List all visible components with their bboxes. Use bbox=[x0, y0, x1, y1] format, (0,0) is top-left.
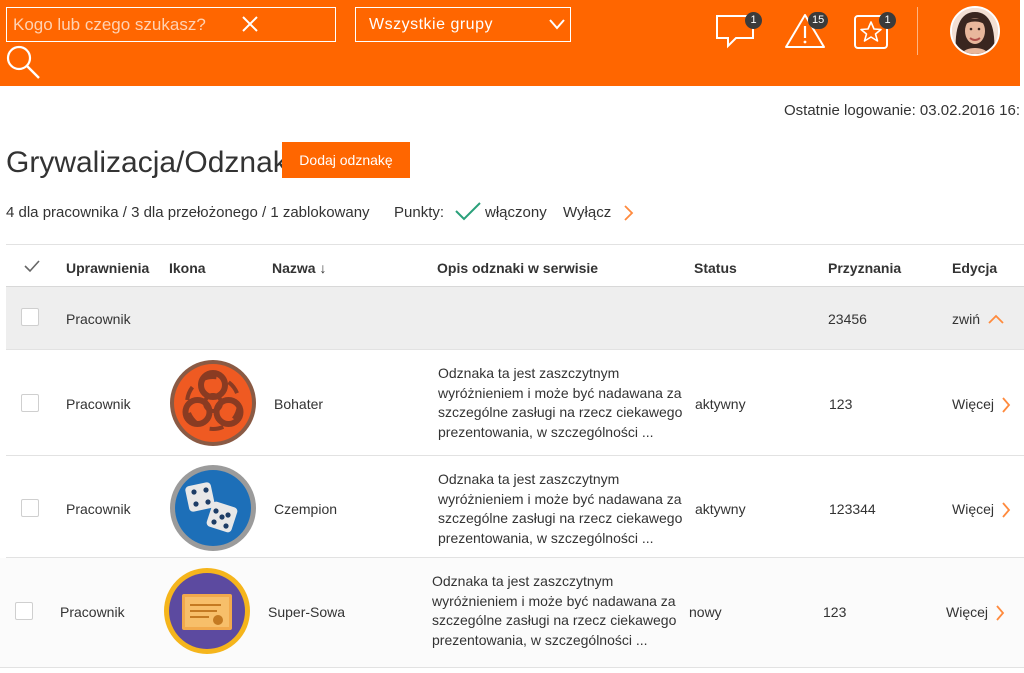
more-link[interactable]: Więcej bbox=[946, 604, 1006, 621]
col-status[interactable]: Status bbox=[694, 260, 737, 276]
chevron-right-icon bbox=[1002, 397, 1011, 413]
row-status: aktywny bbox=[695, 396, 746, 412]
row-grants: 123344 bbox=[829, 501, 876, 517]
row-status: aktywny bbox=[695, 501, 746, 517]
more-link[interactable]: Więcej bbox=[952, 501, 1012, 518]
close-icon[interactable] bbox=[239, 13, 261, 35]
row-role: Pracownik bbox=[66, 311, 131, 327]
table-row: Pracownik Super-Sowa Odznaka ta jest zas… bbox=[0, 558, 1024, 668]
checkmark-icon bbox=[455, 202, 481, 221]
row-name: Super-Sowa bbox=[268, 604, 346, 620]
user-photo-icon bbox=[952, 8, 998, 54]
row-checkbox[interactable] bbox=[21, 394, 39, 412]
table-group-row: Pracownik 23456 zwiń bbox=[6, 287, 1024, 350]
col-icon[interactable]: Ikona bbox=[169, 260, 206, 276]
points-label: Punkty: bbox=[394, 204, 445, 221]
more-label: Więcej bbox=[952, 501, 995, 517]
favorites-button[interactable]: 1 bbox=[853, 10, 899, 50]
add-badge-button[interactable]: Dodaj odznakę bbox=[282, 142, 410, 178]
row-checkbox[interactable] bbox=[21, 499, 39, 517]
chevron-right-icon bbox=[996, 605, 1005, 621]
row-status: nowy bbox=[689, 604, 722, 620]
page-title: Grywalizacja/Odznaki bbox=[6, 146, 295, 179]
favorites-badge: 1 bbox=[879, 12, 896, 29]
search-input[interactable] bbox=[7, 8, 233, 41]
row-name: Bohater bbox=[274, 396, 324, 412]
group-select[interactable]: Wszystkie grupy bbox=[355, 7, 571, 42]
alerts-button[interactable]: 15 bbox=[785, 10, 835, 50]
chevron-right-icon[interactable] bbox=[623, 205, 635, 221]
row-description: Odznaka ta jest zaszczytnym wyróżnieniem… bbox=[438, 471, 683, 546]
group-select-value: Wszystkie grupy bbox=[369, 16, 493, 33]
select-all-check-icon[interactable] bbox=[24, 260, 40, 273]
row-checkbox[interactable] bbox=[21, 308, 39, 326]
messages-button[interactable]: 1 bbox=[714, 10, 762, 50]
col-grants[interactable]: Przyznania bbox=[828, 260, 901, 276]
points-status: włączony bbox=[485, 204, 547, 221]
points-disable-link[interactable]: Wyłącz bbox=[563, 204, 611, 221]
row-grants: 123 bbox=[823, 604, 847, 620]
row-grants: 123 bbox=[829, 396, 853, 412]
row-grants: 23456 bbox=[828, 311, 867, 327]
col-permissions[interactable]: Uprawnienia bbox=[66, 260, 149, 276]
more-label: Więcej bbox=[952, 396, 995, 412]
search-icon[interactable] bbox=[4, 43, 42, 81]
table-header: Uprawnienia Ikona Nazwa ↓ Opis odznaki w… bbox=[6, 244, 1024, 287]
table-row: Pracownik Bohater Odznaka ta jest zaszcz… bbox=[6, 350, 1024, 456]
table-row: Pracownik Czempion Odznaka ta jest zaszc… bbox=[6, 456, 1024, 558]
messages-badge: 1 bbox=[745, 12, 762, 29]
search-box bbox=[6, 7, 336, 42]
top-bar: Wszystkie grupy 1 15 1 bbox=[0, 0, 1024, 86]
alerts-badge: 15 bbox=[808, 12, 829, 29]
chevron-right-icon bbox=[1002, 502, 1011, 518]
chevron-down-icon bbox=[549, 19, 565, 30]
biohazard-badge-icon bbox=[170, 360, 256, 446]
row-role: Pracownik bbox=[66, 501, 131, 517]
col-name[interactable]: Nazwa ↓ bbox=[272, 260, 326, 276]
col-description[interactable]: Opis odznaki w serwisie bbox=[437, 260, 598, 276]
header-divider bbox=[917, 7, 918, 55]
row-role: Pracownik bbox=[66, 396, 131, 412]
collapse-link[interactable]: zwiń bbox=[952, 311, 1012, 327]
collapse-label: zwiń bbox=[952, 311, 981, 327]
row-name: Czempion bbox=[274, 501, 338, 517]
row-role: Pracownik bbox=[60, 604, 125, 620]
more-link[interactable]: Więcej bbox=[952, 396, 1012, 413]
row-checkbox[interactable] bbox=[15, 602, 33, 620]
more-label: Więcej bbox=[946, 604, 989, 620]
last-login: Ostatnie logowanie: 03.02.2016 16: bbox=[784, 102, 1021, 119]
chevron-up-icon bbox=[988, 314, 1004, 324]
certificate-badge-icon bbox=[164, 568, 250, 654]
row-description: Odznaka ta jest zaszczytnym wyróżnieniem… bbox=[432, 573, 677, 648]
dice-badge-icon bbox=[170, 465, 256, 551]
col-edit[interactable]: Edycja bbox=[952, 260, 997, 276]
row-description: Odznaka ta jest zaszczytnym wyróżnieniem… bbox=[438, 365, 683, 440]
header-edge bbox=[1020, 0, 1024, 86]
badge-summary: 4 dla pracownika / 3 dla przełożonego / … bbox=[6, 204, 370, 221]
avatar[interactable] bbox=[950, 6, 1000, 56]
